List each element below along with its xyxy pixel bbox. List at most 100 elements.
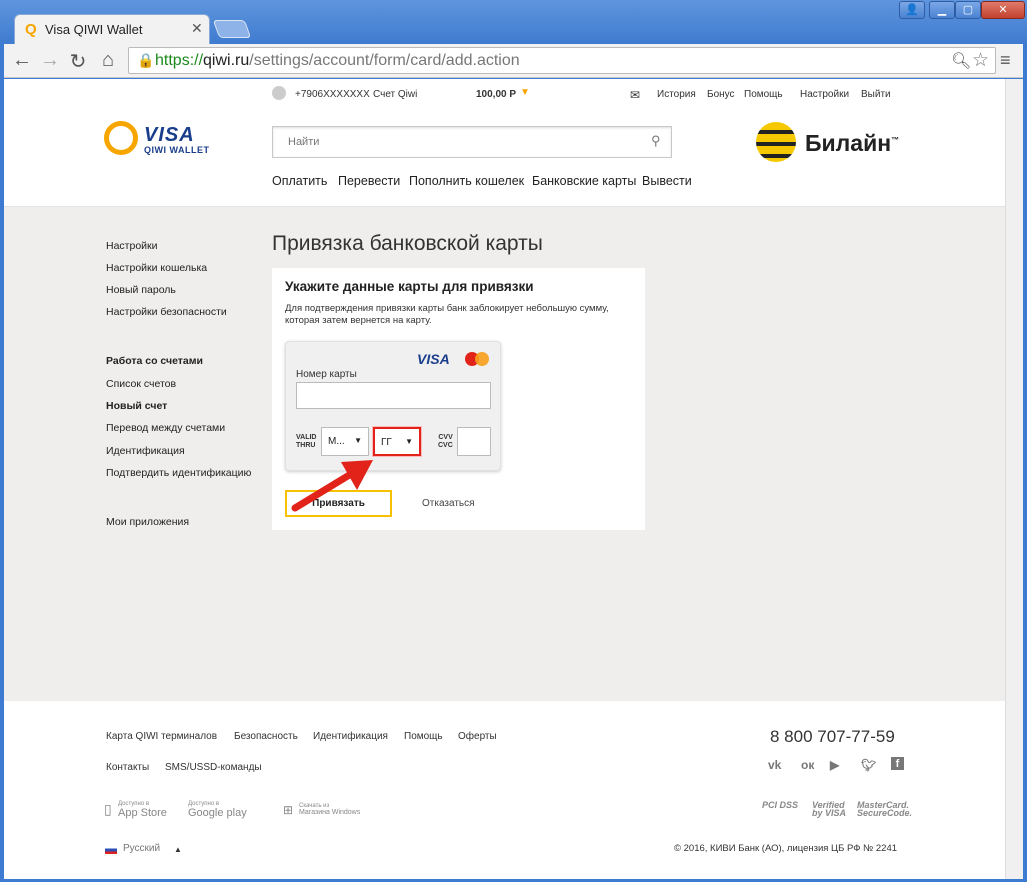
form-note: Для подтверждения привязки карты банк за… bbox=[285, 303, 609, 326]
footer-link-terminals[interactable]: Карта QIWI терминалов bbox=[106, 731, 217, 742]
card-number-label: Номер карты bbox=[296, 369, 357, 380]
footer-link-offers[interactable]: Оферты bbox=[458, 731, 497, 742]
sidebar-item-new-password[interactable]: Новый пароль bbox=[106, 284, 176, 296]
minimize-button[interactable]: ▁ bbox=[929, 1, 955, 19]
link-settings[interactable]: Настройки bbox=[800, 89, 849, 100]
address-bar[interactable]: 🔒 https://qiwi.ru/settings/account/form/… bbox=[128, 47, 996, 74]
scrollbar[interactable] bbox=[1005, 79, 1023, 879]
facebook-icon[interactable]: f bbox=[891, 757, 904, 770]
sidebar-group-title: Работа со счетами bbox=[106, 355, 203, 367]
browser-tab[interactable]: Q Visa QIWI Wallet ✕ bbox=[14, 14, 210, 44]
browser-toolbar: ← → ↻ ⌂ 🔒 https://qiwi.ru/settings/accou… bbox=[4, 44, 1023, 78]
form-heading: Укажите данные карты для привязки bbox=[285, 279, 534, 294]
new-tab-button[interactable] bbox=[212, 20, 252, 38]
url-scheme: https:// bbox=[155, 52, 204, 69]
card-input-block: VISA Номер карты VALID THRU М... ▼ ГГ ▼ CV… bbox=[285, 341, 501, 471]
qiwi-favicon-icon: Q bbox=[25, 21, 37, 38]
user-profile-icon[interactable]: 👤 bbox=[899, 1, 925, 19]
reload-icon[interactable]: ↻ bbox=[66, 49, 90, 74]
logo-visa-text[interactable]: VISA bbox=[144, 124, 195, 147]
card-number-input[interactable] bbox=[296, 382, 491, 409]
zoom-icon[interactable]: 🔍︎ bbox=[951, 51, 971, 71]
tab-title: Visa QIWI Wallet bbox=[45, 22, 143, 37]
link-history[interactable]: История bbox=[657, 89, 696, 100]
browser-menu-icon[interactable]: ≡ bbox=[1000, 50, 1011, 71]
footer-link-sms[interactable]: SMS/USSD-команды bbox=[165, 762, 262, 773]
tab-close-icon[interactable]: ✕ bbox=[191, 20, 203, 37]
page-title: Привязка банковской карты bbox=[272, 232, 543, 255]
partner-name: Билайн bbox=[805, 130, 892, 156]
google-play-label: Google play bbox=[188, 807, 247, 819]
sidebar-item-security[interactable]: Настройки безопасности bbox=[106, 306, 227, 318]
sidebar-item-confirm-identification[interactable]: Подтвердить идентификацию bbox=[106, 467, 251, 479]
account-label[interactable]: Счет Qiwi bbox=[373, 89, 417, 100]
site-header: +7906XXXXXXX Счет Qiwi 100,00 Р ▼ ✉ Исто… bbox=[4, 79, 1005, 207]
url-text: https://qiwi.ru/settings/account/form/ca… bbox=[155, 52, 520, 70]
expiry-year-select[interactable]: ГГ ▼ bbox=[372, 426, 422, 457]
language-select[interactable]: Русский bbox=[123, 843, 160, 854]
forward-arrow-icon[interactable]: → bbox=[38, 49, 62, 72]
search-input[interactable] bbox=[274, 128, 644, 156]
russian-flag-icon bbox=[105, 846, 117, 854]
sidebar-item-new-account[interactable]: Новый счет bbox=[106, 400, 167, 412]
footer-link-help[interactable]: Помощь bbox=[404, 731, 443, 742]
url-host: qiwi.ru bbox=[203, 52, 250, 69]
mastercard-logo-icon bbox=[465, 352, 489, 366]
home-icon[interactable]: ⌂ bbox=[96, 49, 120, 72]
visa-logo-icon: VISA bbox=[417, 351, 450, 367]
link-logout[interactable]: Выйти bbox=[861, 89, 891, 100]
avatar[interactable] bbox=[272, 86, 286, 100]
sidebar-item-accounts-list[interactable]: Список счетов bbox=[106, 378, 176, 390]
sidebar-item-my-apps[interactable]: Мои приложения bbox=[106, 516, 189, 528]
sidebar-item-transfer-between[interactable]: Перевод между счетами bbox=[106, 422, 225, 434]
nav-bank-cards[interactable]: Банковские карты bbox=[532, 174, 636, 188]
mastercard-securecode-logo: MasterCard. SecureCode. bbox=[857, 800, 913, 818]
expiry-month-select[interactable]: М... ▼ bbox=[321, 427, 369, 456]
nav-transfer[interactable]: Перевести bbox=[338, 174, 400, 188]
pci-dss-logo: PCI DSS bbox=[762, 800, 799, 810]
sidebar-item-wallet-settings[interactable]: Настройки кошелька bbox=[106, 262, 207, 274]
nav-withdraw[interactable]: Вывести bbox=[642, 174, 692, 188]
cvv-label: CVV CVC bbox=[438, 434, 453, 449]
close-window-button[interactable]: ✕ bbox=[981, 1, 1025, 19]
footer-link-contacts[interactable]: Контакты bbox=[106, 762, 149, 773]
sidebar-item-identification[interactable]: Идентификация bbox=[106, 445, 185, 457]
sidebar-item-settings[interactable]: Настройки bbox=[106, 240, 158, 252]
link-help[interactable]: Помощь bbox=[744, 89, 783, 100]
balance-dropdown-icon[interactable]: ▼ bbox=[520, 87, 530, 98]
link-bonus[interactable]: Бонус bbox=[707, 89, 735, 100]
expiry-year-value: ГГ bbox=[381, 437, 392, 448]
back-arrow-icon[interactable]: ← bbox=[10, 49, 34, 72]
maximize-button[interactable]: ▢ bbox=[955, 1, 981, 19]
vk-icon[interactable]: vk bbox=[768, 758, 781, 772]
bookmark-star-icon[interactable]: ☆ bbox=[972, 49, 989, 72]
odnoklassniki-icon[interactable]: ок bbox=[801, 758, 814, 772]
copyright: © 2016, КИВИ Банк (АО), лицензия ЦБ РФ №… bbox=[674, 843, 898, 854]
footer-link-security[interactable]: Безопасность bbox=[234, 731, 298, 742]
windows-store-label: Магазина Windows bbox=[299, 809, 361, 816]
youtube-icon[interactable]: ▶ bbox=[830, 758, 839, 772]
partner-logo-text[interactable]: Билайн™ bbox=[805, 130, 899, 157]
mail-icon[interactable]: ✉ bbox=[630, 88, 640, 102]
balance[interactable]: 100,00 Р bbox=[476, 89, 516, 100]
windows-icon: ⊞ bbox=[283, 803, 294, 817]
nav-pay[interactable]: Оплатить bbox=[272, 174, 327, 188]
site-footer: Карта QIWI терминалов Безопасность Идент… bbox=[4, 701, 1005, 879]
footer-link-identification[interactable]: Идентификация bbox=[313, 731, 388, 742]
valid-thru-label: VALID THRU bbox=[296, 434, 317, 449]
twitter-icon[interactable]: 🐦︎ bbox=[861, 758, 876, 772]
search-icon[interactable]: ⚲ bbox=[651, 133, 661, 149]
cvv-input[interactable] bbox=[457, 427, 491, 456]
beeline-logo-icon[interactable] bbox=[756, 122, 796, 162]
verified-by-visa-logo: Verified by VISA bbox=[812, 800, 847, 818]
user-phone[interactable]: +7906XXXXXXX bbox=[295, 89, 370, 100]
qiwi-logo-icon[interactable] bbox=[104, 121, 138, 155]
logo-wallet-text[interactable]: QIWI WALLET bbox=[144, 145, 210, 155]
search-box: ⚲ bbox=[272, 126, 672, 158]
phone-icon: ▯ bbox=[104, 801, 112, 817]
partner-trademark: ™ bbox=[891, 135, 900, 145]
cancel-link[interactable]: Отказаться bbox=[422, 498, 475, 509]
chevron-up-icon[interactable]: ▲ bbox=[174, 845, 182, 854]
nav-topup[interactable]: Пополнить кошелек bbox=[409, 174, 524, 188]
google-play-badge[interactable]: Доступно в Google play bbox=[188, 801, 247, 819]
